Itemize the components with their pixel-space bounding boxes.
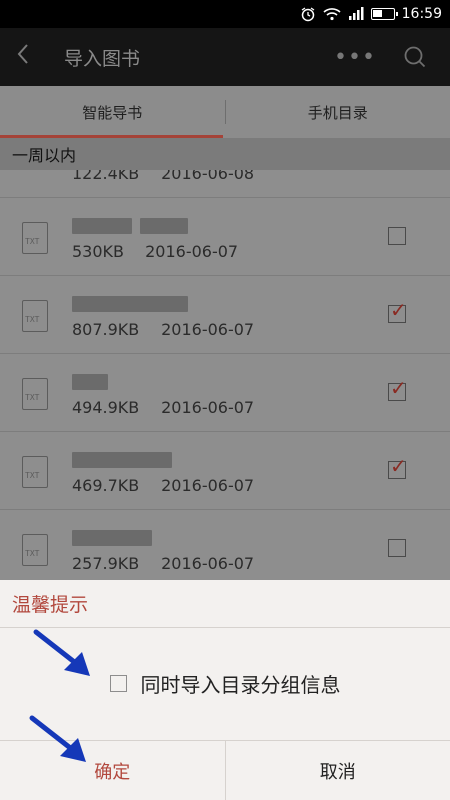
file-date: 2016-06-07	[161, 398, 255, 417]
import-groups-checkbox[interactable]	[109, 674, 127, 692]
file-row[interactable]: TXT 530KB 2016-06-07	[0, 198, 450, 276]
file-date: 2016-06-07	[161, 476, 255, 495]
file-name-redacted	[72, 452, 172, 468]
back-chevron-icon[interactable]	[0, 42, 46, 72]
file-name-redacted	[72, 530, 152, 546]
tip-dialog: 温馨提示 同时导入目录分组信息 确定 取消	[0, 580, 450, 800]
page-title: 导入图书	[64, 47, 141, 70]
import-groups-option[interactable]: 同时导入目录分组信息	[0, 628, 450, 738]
file-date: 2016-06-07	[145, 242, 239, 261]
alarm-icon	[300, 6, 316, 22]
file-meta: 494.9KB 2016-06-07	[72, 398, 254, 417]
file-size: 469.7KB	[72, 476, 140, 495]
file-checkbox[interactable]	[388, 298, 407, 323]
file-size: 530KB	[72, 242, 125, 261]
file-checkbox[interactable]	[388, 227, 406, 245]
file-meta: 122.4KB 2016-06-08	[72, 170, 254, 183]
file-meta: 257.9KB 2016-06-07	[72, 554, 254, 573]
battery-icon	[370, 8, 398, 20]
section-header: 一周以内	[0, 138, 450, 170]
file-date: 2016-06-08	[161, 170, 255, 183]
file-row[interactable]: 122.4KB 2016-06-08	[0, 170, 450, 198]
more-options-icon[interactable]: •••	[330, 45, 380, 70]
file-date: 2016-06-07	[161, 554, 255, 573]
file-row[interactable]: TXT 257.9KB 2016-06-07	[0, 510, 450, 580]
file-meta: 807.9KB 2016-06-07	[72, 320, 254, 339]
file-checkbox[interactable]	[388, 376, 407, 401]
file-date: 2016-06-07	[161, 320, 255, 339]
file-size: 494.9KB	[72, 398, 140, 417]
file-size: 122.4KB	[72, 170, 140, 183]
txt-file-icon: TXT	[22, 300, 48, 332]
dialog-actions: 确定 取消	[0, 740, 450, 800]
file-size: 257.9KB	[72, 554, 140, 573]
file-meta: 530KB 2016-06-07	[72, 242, 238, 261]
file-row[interactable]: TXT 807.9KB 2016-06-07	[0, 276, 450, 354]
file-list[interactable]: 122.4KB 2016-06-08 TXT 530KB 2016-06-07 …	[0, 170, 450, 580]
file-row[interactable]: TXT 469.7KB 2016-06-07	[0, 432, 450, 510]
tab-bar: 智能导书 手机目录	[0, 86, 450, 138]
cancel-button[interactable]: 取消	[224, 741, 450, 800]
file-meta: 469.7KB 2016-06-07	[72, 476, 254, 495]
status-time: 16:59	[401, 6, 442, 22]
wifi-icon	[323, 7, 341, 21]
tab-phone-directory[interactable]: 手机目录	[226, 86, 450, 138]
import-groups-label[interactable]: 同时导入目录分组信息	[141, 669, 341, 698]
app-bar: 导入图书 •••	[0, 28, 450, 86]
file-checkbox[interactable]	[388, 539, 406, 557]
txt-file-icon: TXT	[22, 534, 48, 566]
txt-file-icon: TXT	[22, 456, 48, 488]
signal-icon	[348, 7, 364, 21]
file-name-redacted	[72, 296, 188, 312]
txt-file-icon: TXT	[22, 222, 48, 254]
file-checkbox[interactable]	[388, 454, 407, 479]
file-name-redacted	[72, 374, 108, 390]
confirm-button[interactable]: 确定	[0, 741, 225, 800]
file-size: 807.9KB	[72, 320, 140, 339]
tab-smart-import[interactable]: 智能导书	[0, 86, 225, 138]
dialog-title: 温馨提示	[0, 580, 450, 628]
txt-file-icon: TXT	[22, 378, 48, 410]
file-row[interactable]: TXT 494.9KB 2016-06-07	[0, 354, 450, 432]
search-icon[interactable]	[380, 45, 450, 69]
file-name-redacted	[72, 218, 132, 234]
file-name-redacted	[140, 218, 188, 234]
status-bar: 16:59	[0, 0, 450, 28]
